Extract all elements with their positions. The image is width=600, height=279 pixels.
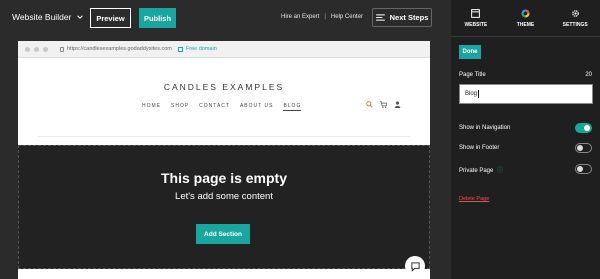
page-title-input[interactable]: Blog: [459, 84, 593, 104]
show-in-navigation-label: Show in Navigation: [459, 125, 511, 131]
search-icon[interactable]: [366, 101, 373, 108]
website-icon: [471, 8, 481, 18]
empty-subheading: Let's add some content: [175, 191, 273, 202]
toggle-knob: [584, 125, 590, 131]
browser-bar: https://candlesexamples.godaddysites.com…: [18, 41, 430, 58]
toggle-knob: [577, 145, 583, 151]
page-title-char-count: 20: [585, 72, 592, 78]
lock-icon: [60, 46, 64, 52]
site-nav: HOME SHOP CONTACT ABOUT US BLOG: [142, 103, 302, 111]
show-in-footer-row: Show in Footer: [459, 143, 592, 153]
next-steps-label: Next Steps: [389, 13, 429, 22]
private-page-toggle[interactable]: [575, 164, 592, 174]
palette-icon: [521, 8, 530, 18]
next-steps-button[interactable]: Next Steps: [372, 8, 432, 27]
window-dot-icon: [25, 46, 30, 52]
nav-item-contact[interactable]: CONTACT: [199, 103, 230, 111]
show-in-footer-label: Show in Footer: [459, 145, 500, 151]
done-button[interactable]: Done: [459, 45, 481, 59]
page-title-value: Blog: [465, 91, 478, 97]
private-page-label: Private Page: [459, 167, 494, 174]
link-separator: |: [324, 14, 326, 20]
account-icon[interactable]: [394, 101, 401, 108]
url-text: https://candlesexamples.godaddysites.com: [67, 46, 172, 52]
window-dot-icon: [43, 46, 48, 52]
chevron-down-icon: [77, 15, 84, 19]
help-icon[interactable]: ⓘ: [497, 168, 503, 174]
tab-settings[interactable]: SETTINGS: [550, 0, 600, 36]
show-in-navigation-row: Show in Navigation: [459, 123, 592, 133]
help-center-link[interactable]: Help Center: [331, 14, 363, 20]
list-icon: [375, 14, 385, 21]
show-in-navigation-toggle[interactable]: [575, 123, 592, 133]
top-bar: Website Builder Preview Publish Hire an …: [0, 0, 451, 37]
nav-item-home[interactable]: HOME: [142, 103, 161, 111]
hire-expert-link[interactable]: Hire an Expert: [281, 14, 319, 20]
settings-panel: WEBSITE THEME SETTINGS Done Page Title 2…: [451, 0, 600, 279]
private-page-row: Private Page ⓘ: [459, 164, 592, 174]
website-builder-app: Website Builder Preview Publish Hire an …: [0, 0, 600, 279]
tab-website[interactable]: WEBSITE: [451, 0, 501, 36]
nav-item-shop[interactable]: SHOP: [171, 103, 189, 111]
gift-icon: [177, 46, 183, 52]
site-title: CANDLES EXAMPLES: [163, 82, 285, 92]
show-in-footer-toggle[interactable]: [575, 143, 592, 153]
tab-website-label: WEBSITE: [464, 21, 488, 28]
private-page-text: Private Page ⓘ: [459, 165, 503, 174]
delete-page-link[interactable]: Delete Page: [459, 196, 489, 202]
empty-heading: This page is empty: [160, 170, 288, 186]
free-domain-label: Free domain: [185, 46, 217, 52]
url-display: https://candlesexamples.godaddysites.com: [60, 46, 172, 52]
preview-button[interactable]: Preview: [90, 8, 131, 28]
nav-item-about-us[interactable]: ABOUT US: [240, 103, 273, 111]
publish-button[interactable]: Publish: [139, 8, 176, 28]
page-title-label: Page Title: [459, 72, 486, 78]
nav-item-blog[interactable]: BLOG: [283, 103, 302, 111]
page-title-row: Page Title 20: [459, 72, 592, 78]
cart-icon[interactable]: [380, 101, 387, 108]
toggle-knob: [577, 166, 583, 172]
top-links: Hire an Expert | Help Center: [281, 14, 363, 20]
gear-icon: [571, 9, 579, 17]
site-header-icons: [366, 101, 401, 108]
add-section-button[interactable]: Add Section: [196, 224, 250, 244]
panel-tabs: WEBSITE THEME SETTINGS: [451, 0, 600, 37]
site-header[interactable]: CANDLES EXAMPLES HOME SHOP CONTACT ABOUT…: [18, 58, 430, 144]
text-cursor: [478, 90, 480, 98]
chat-icon: [410, 261, 420, 272]
tab-theme[interactable]: THEME: [501, 0, 551, 36]
empty-page-section: This page is empty Let's add some conten…: [18, 145, 430, 276]
tab-theme-label: THEME: [516, 21, 535, 28]
chat-button[interactable]: [405, 256, 425, 276]
brand-menu[interactable]: Website Builder: [12, 12, 84, 22]
window-dot-icon: [34, 46, 39, 52]
tab-settings-label: SETTINGS: [562, 21, 588, 28]
site-preview-canvas: https://candlesexamples.godaddysites.com…: [18, 41, 430, 279]
free-domain-link[interactable]: Free domain: [177, 46, 217, 52]
brand-label: Website Builder: [12, 12, 72, 22]
header-divider: [38, 136, 410, 137]
